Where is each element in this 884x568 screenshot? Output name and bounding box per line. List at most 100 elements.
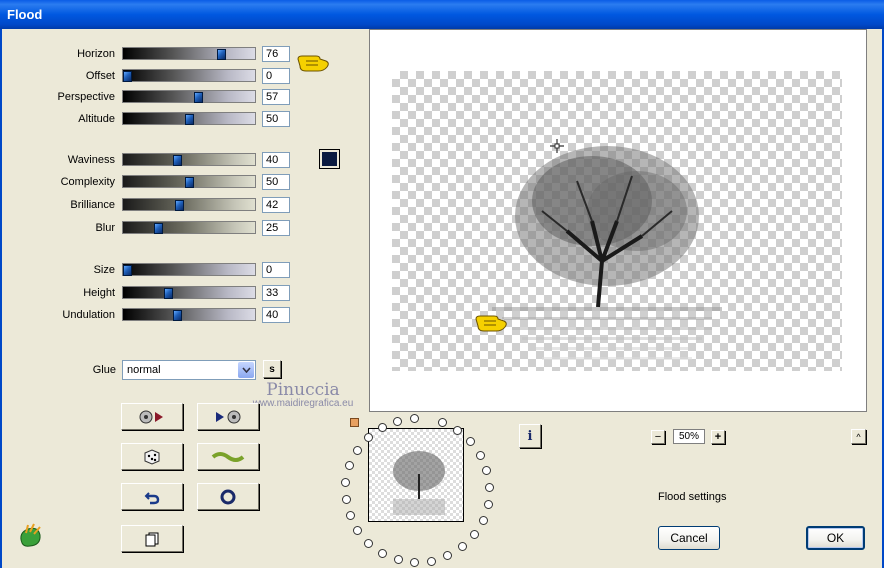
slider-row-offset: Offset 0 [0,68,300,85]
dial-dot[interactable] [378,548,388,558]
slider-row-perspective: Perspective 57 [0,89,300,106]
dial-dot[interactable] [475,450,485,460]
glue-s-label: s [269,363,275,375]
size-slider[interactable] [122,263,256,276]
height-slider[interactable] [122,286,256,299]
reset-button[interactable] [197,483,259,510]
chevron-down-icon[interactable] [238,362,254,378]
zoom-out-button[interactable]: − [651,430,665,444]
brilliance-slider[interactable] [122,198,256,211]
horizon-slider[interactable] [122,47,256,60]
dial-dot[interactable] [483,499,493,509]
waviness-slider[interactable] [122,153,256,166]
dial-dot[interactable] [345,511,355,521]
waviness-value-input[interactable]: 40 [262,152,290,168]
ok-button[interactable]: OK [806,526,865,550]
pointing-hand-icon [474,312,510,334]
brilliance-value-input[interactable]: 42 [262,197,290,213]
pointing-hand-icon [296,52,332,74]
horizon-slider-thumb[interactable] [217,49,227,60]
altitude-value-input[interactable]: 50 [262,111,290,127]
info-button[interactable]: i [519,424,541,448]
blur-value-input[interactable]: 25 [262,220,290,236]
brilliance-slider-thumb[interactable] [175,200,185,211]
settings-label: Flood settings [658,491,727,503]
zoom-level: 50% [673,429,705,444]
copy-button[interactable] [121,525,183,552]
complexity-slider[interactable] [122,175,256,188]
cancel-button[interactable]: Cancel [658,526,720,550]
altitude-slider-thumb[interactable] [185,114,194,125]
slider-row-blur: Blur 25 [0,220,300,237]
blur-slider[interactable] [122,221,256,234]
slider-row-brilliance: Brilliance 42 [0,197,300,214]
dice-icon [144,448,160,465]
waviness-slider-thumb[interactable] [172,155,182,166]
zoom-in-button[interactable]: + [711,430,725,444]
offset-value-input[interactable]: 0 [262,68,290,84]
dial-dot[interactable] [465,436,475,446]
dial-dot[interactable] [341,494,351,504]
cancel-label: Cancel [670,531,708,545]
size-value-input[interactable]: 0 [262,262,290,278]
preview-image [392,71,842,371]
slider-row-horizon: Horizon 76 [0,46,300,63]
watermark-name: Pinuccia [266,380,340,400]
blur-slider-thumb[interactable] [154,223,163,234]
brilliance-label: Brilliance [70,199,115,211]
dial-dot[interactable] [484,482,494,492]
plus-icon: + [714,431,722,443]
save-preset-button[interactable] [197,403,259,430]
dial-dot[interactable] [427,556,437,566]
glue-label: Glue [92,364,116,376]
undulation-value-input[interactable]: 40 [262,307,290,323]
collapse-button[interactable]: ^ [851,429,866,444]
dial-dot[interactable] [409,414,419,424]
water-reflection [492,307,722,360]
randomize-button[interactable] [121,443,183,470]
navigator-handle[interactable] [350,418,359,427]
complexity-label: Complexity [60,176,115,188]
complexity-value-input[interactable]: 50 [262,174,290,190]
perspective-slider-thumb[interactable] [193,92,203,103]
horizon-crosshair-icon[interactable] [550,139,564,153]
size-slider-thumb[interactable] [123,265,132,276]
undo-button[interactable] [121,483,183,510]
perspective-value-input[interactable]: 57 [262,89,290,105]
horizon-value-input[interactable]: 76 [262,46,290,62]
minus-icon: − [654,431,662,443]
water-color-swatch[interactable] [319,149,340,169]
navigator-thumbnail[interactable] [368,428,464,522]
slider-row-height: Height 33 [0,285,300,302]
offset-slider[interactable] [122,69,256,82]
offset-slider-thumb[interactable] [123,71,132,82]
glue-selected-value: normal [127,364,161,376]
undulation-slider-thumb[interactable] [172,310,182,321]
dial-dot[interactable] [452,425,462,435]
swatch-fill [322,152,337,166]
height-slider-thumb[interactable] [163,288,173,299]
tree-icon [515,146,699,308]
altitude-slider[interactable] [122,112,256,125]
dial-dot[interactable] [469,530,479,540]
app-logo-icon [16,523,44,549]
slider-row-size: Size 0 [0,262,300,279]
glue-select[interactable]: normal [122,360,256,380]
perspective-slider[interactable] [122,90,256,103]
title-bar[interactable]: Flood [0,0,884,29]
dial-dot[interactable] [437,418,447,428]
wave-button[interactable] [197,443,259,470]
slider-row-altitude: Altitude 50 [0,111,300,128]
glue-s-button[interactable]: s [263,360,281,378]
dial-dot[interactable] [478,515,488,525]
complexity-slider-thumb[interactable] [185,177,194,188]
dial-dot[interactable] [377,423,387,433]
ok-label: OK [826,531,845,545]
reset-icon [220,489,236,504]
undulation-slider[interactable] [122,308,256,321]
load-preset-button[interactable] [121,403,183,430]
dial-dot[interactable] [393,416,403,426]
zoom-value: 50% [678,431,699,442]
height-value-input[interactable]: 33 [262,285,290,301]
height-label: Height [83,287,115,299]
